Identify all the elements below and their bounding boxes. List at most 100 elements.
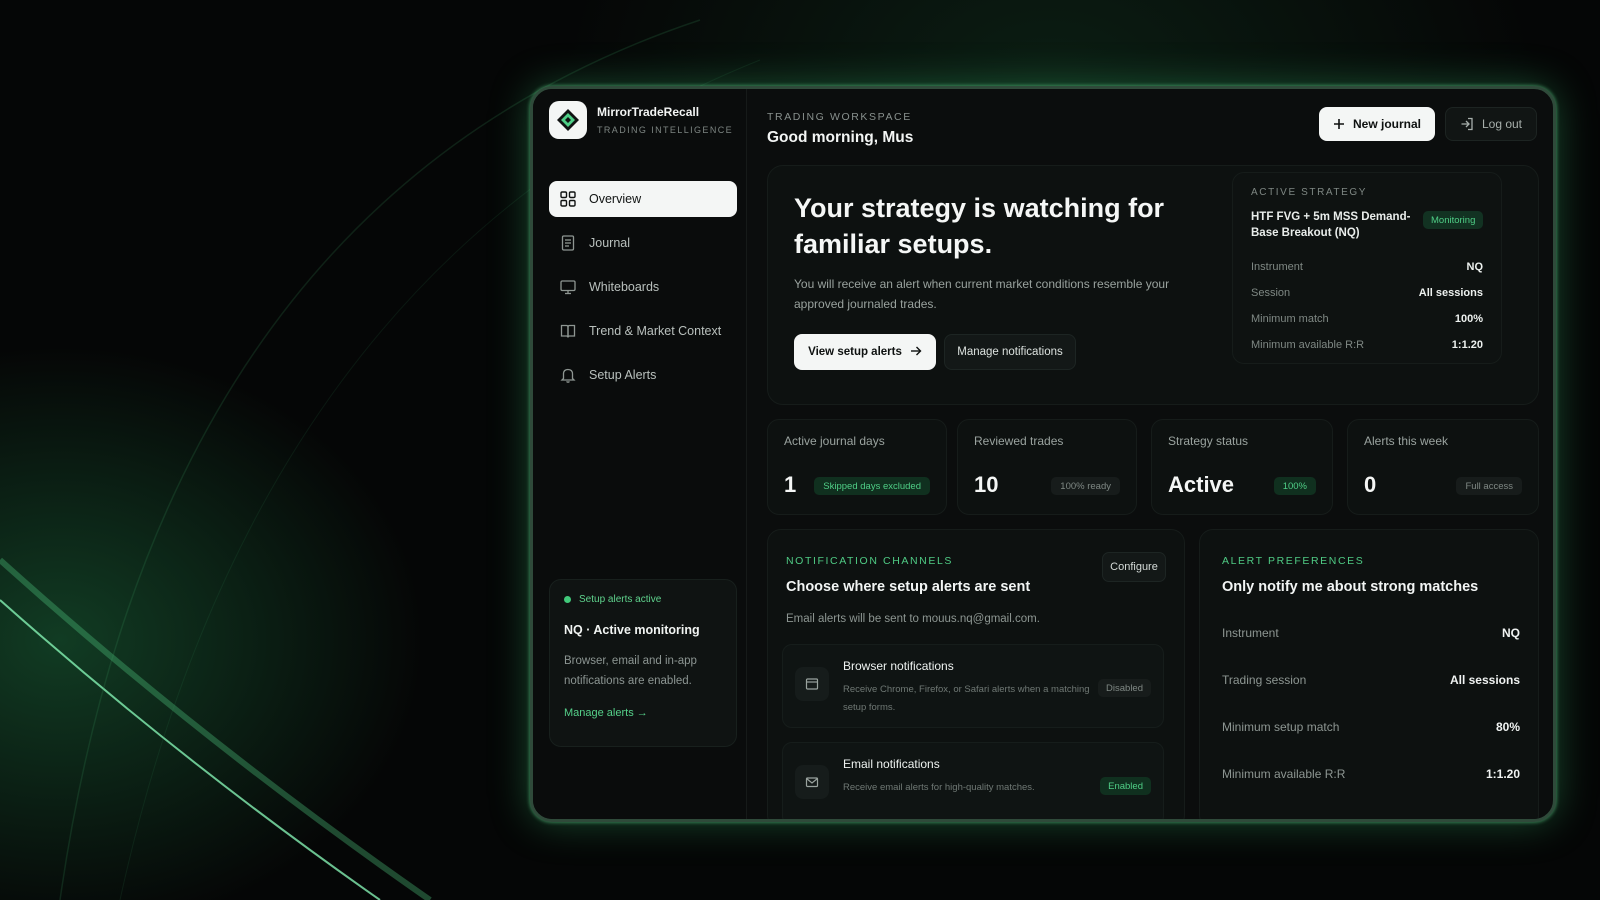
- brand-logo-icon: [549, 101, 587, 139]
- stat-label: Strategy status: [1168, 434, 1249, 448]
- preference-row: Minimum available R:R 1:1.20: [1222, 767, 1520, 814]
- stat-badge: Skipped days excluded: [814, 477, 930, 495]
- strategy-row-value: All sessions: [1418, 287, 1483, 299]
- new-journal-button[interactable]: New journal: [1319, 107, 1435, 141]
- sidebar-item-setup-alerts[interactable]: Setup Alerts: [549, 357, 737, 393]
- sidebar-item-overview[interactable]: Overview: [549, 181, 737, 217]
- monitoring-badge: Monitoring: [1423, 211, 1484, 229]
- notification-channels-title: Choose where setup alerts are sent: [786, 579, 1031, 595]
- preference-label: Minimum available R:R: [1222, 767, 1346, 781]
- channel-description: Receive email alerts for high-quality ma…: [843, 782, 1035, 793]
- strategy-details: Instrument NQ Session All sessions Minim…: [1251, 261, 1483, 365]
- preference-row: Trading session All sessions: [1222, 673, 1520, 720]
- browser-icon: [795, 667, 829, 701]
- notification-channels-panel: NOTIFICATION CHANNELS Choose where setup…: [767, 529, 1185, 819]
- preference-label: Minimum setup match: [1222, 720, 1340, 734]
- stat-value: Active: [1168, 472, 1235, 497]
- stat-card-reviewed-trades: Reviewed trades 10 100% ready: [957, 419, 1137, 515]
- preference-list: Instrument NQ Trading session All sessio…: [1222, 626, 1520, 814]
- stat-badge: 100% ready: [1051, 477, 1120, 495]
- stat-label: Reviewed trades: [974, 434, 1064, 448]
- configure-button[interactable]: Configure: [1102, 552, 1166, 582]
- sidebar-item-label: Journal: [589, 236, 630, 250]
- preference-value: NQ: [1502, 626, 1520, 640]
- strategy-row-value: NQ: [1466, 261, 1484, 273]
- plus-icon: [1333, 118, 1345, 130]
- active-strategy-label: ACTIVE STRATEGY: [1251, 187, 1368, 198]
- stat-badge: 100%: [1273, 477, 1316, 495]
- channel-status-badge[interactable]: Disabled: [1098, 679, 1151, 697]
- mail-icon: [795, 765, 829, 799]
- grid-icon: [559, 190, 577, 208]
- stat-value: 10: [974, 472, 999, 497]
- strategy-row: Minimum match 100%: [1251, 313, 1483, 339]
- stat-value: 1: [784, 472, 797, 497]
- logout-label: Log out: [1481, 117, 1523, 131]
- strategy-row-label: Session: [1251, 287, 1291, 299]
- stat-label: Active journal days: [784, 434, 885, 448]
- monitoring-description: Browser, email and in-app notifications …: [564, 655, 697, 687]
- status-dot-icon: [564, 596, 571, 603]
- arrow-right-icon: [910, 346, 922, 359]
- channel-email[interactable]: Email notifications Receive email alerts…: [782, 742, 1164, 819]
- sidebar-item-journal[interactable]: Journal: [549, 225, 737, 261]
- channel-status-badge[interactable]: Enabled: [1100, 777, 1151, 795]
- sidebar-nav: Overview Journal Whiteboards Trend & Mar…: [549, 181, 737, 401]
- logout-button[interactable]: Log out: [1445, 107, 1537, 141]
- view-setup-alerts-label: View setup alerts: [808, 346, 902, 358]
- preference-value: 80%: [1495, 720, 1520, 734]
- strategy-row: Minimum available R:R 1:1.20: [1251, 339, 1483, 365]
- new-journal-label: New journal: [1352, 117, 1421, 131]
- sidebar-item-whiteboards[interactable]: Whiteboards: [549, 269, 737, 305]
- monitor-icon: [559, 278, 577, 296]
- top-bar: TRADING WORKSPACE Good morning, Mus New …: [767, 89, 1553, 159]
- notification-channels-label: NOTIFICATION CHANNELS: [786, 555, 953, 567]
- sidebar-item-label: Setup Alerts: [589, 368, 657, 382]
- manage-notifications-button[interactable]: Manage notifications: [944, 334, 1076, 370]
- strategy-row-label: Minimum available R:R: [1251, 339, 1365, 351]
- brand-name: MirrorTradeRecall: [597, 105, 700, 119]
- channel-title: Email notifications: [843, 757, 940, 771]
- channel-description: Receive Chrome, Firefox, or Safari alert…: [843, 684, 1090, 713]
- alert-preferences-label: ALERT PREFERENCES: [1222, 555, 1365, 567]
- stat-card-strategy-status: Strategy status Active 100%: [1151, 419, 1333, 515]
- hero-title: Your strategy is watching for familiar s…: [794, 193, 1165, 259]
- channel-title: Browser notifications: [843, 659, 954, 673]
- strategy-name: HTF FVG + 5m MSS Demand-Base Breakout (N…: [1251, 211, 1411, 239]
- preference-value: All sessions: [1449, 673, 1520, 687]
- brand[interactable]: MirrorTradeRecall TRADING INTELLIGENCE: [549, 101, 733, 139]
- channel-browser[interactable]: Browser notifications Receive Chrome, Fi…: [782, 644, 1164, 728]
- view-setup-alerts-button[interactable]: View setup alerts: [794, 334, 936, 370]
- app-window: MirrorTradeRecall TRADING INTELLIGENCE O…: [530, 86, 1556, 822]
- sidebar-item-label: Overview: [589, 192, 642, 206]
- strategy-row: Session All sessions: [1251, 287, 1483, 313]
- sidebar-item-label: Whiteboards: [589, 280, 660, 294]
- preference-value: 1:1.20: [1485, 767, 1520, 781]
- alerts-status-text: Setup alerts active: [579, 594, 662, 605]
- alerts-status: Setup alerts active: [564, 594, 722, 605]
- sidebar-item-trend-market-context[interactable]: Trend & Market Context: [549, 313, 737, 349]
- preference-label: Instrument: [1222, 626, 1279, 640]
- hero-panel: Your strategy is watching for familiar s…: [767, 165, 1539, 405]
- notification-email-description: Email alerts will be sent to mouus.nq@gm…: [786, 613, 1040, 625]
- logout-icon: [1460, 117, 1474, 131]
- stat-badge: Full access: [1456, 477, 1522, 495]
- preference-row: Instrument NQ: [1222, 626, 1520, 673]
- brand-subtitle: TRADING INTELLIGENCE: [597, 125, 734, 135]
- greeting: Good morning, Mus: [767, 129, 914, 146]
- bell-icon: [559, 366, 577, 384]
- strategy-row-label: Instrument: [1251, 261, 1303, 273]
- preference-row: Minimum setup match 80%: [1222, 720, 1520, 767]
- workspace-label: TRADING WORKSPACE: [767, 111, 912, 123]
- strategy-row-value: 1:1.20: [1451, 339, 1483, 351]
- strategy-row-label: Minimum match: [1251, 313, 1329, 325]
- stat-card-journal-days: Active journal days 1 Skipped days exclu…: [767, 419, 947, 515]
- active-strategy-card: ACTIVE STRATEGY HTF FVG + 5m MSS Demand-…: [1232, 172, 1502, 364]
- sidebar-item-label: Trend & Market Context: [589, 324, 722, 338]
- manage-alerts-link[interactable]: Manage alerts →: [564, 707, 722, 719]
- alert-preferences-panel: ALERT PREFERENCES Only notify me about s…: [1199, 529, 1539, 819]
- monitoring-card: Setup alerts active NQ · Active monitori…: [549, 579, 737, 747]
- sidebar: MirrorTradeRecall TRADING INTELLIGENCE O…: [533, 89, 747, 819]
- monitoring-title: NQ · Active monitoring: [564, 623, 700, 637]
- strategy-row: Instrument NQ: [1251, 261, 1483, 287]
